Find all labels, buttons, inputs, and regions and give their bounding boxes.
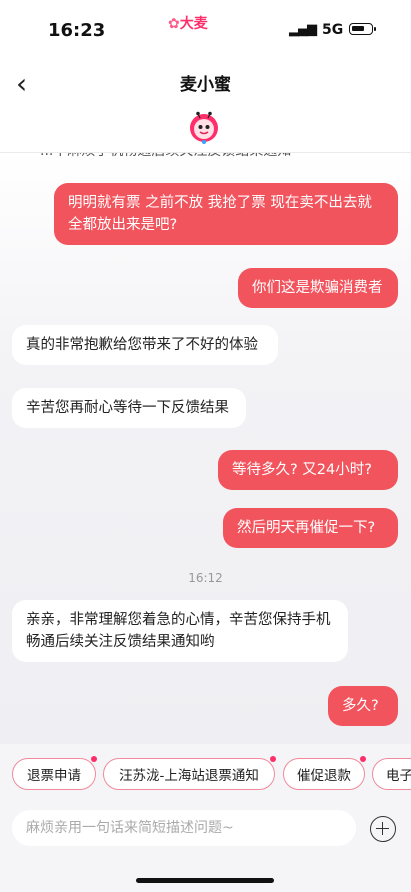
- message-bubble-outgoing: 然后明天再催促一下?: [223, 508, 398, 548]
- home-indicator: [136, 878, 274, 883]
- status-time: 16:23: [48, 20, 106, 41]
- flower-logo-icon: ✿: [168, 16, 180, 32]
- message-bubble-outgoing: 你们这是欺骗消费者: [238, 268, 398, 308]
- signal-bars-icon: ▂▄▆: [289, 22, 317, 37]
- new-dot-icon: [270, 756, 276, 762]
- quick-reply-bar: 退票申请 汪苏泷-上海站退票通知 催促退款 电子: [0, 744, 411, 800]
- chat-header: ‹ 麦小蜜: [0, 60, 411, 153]
- quick-reply-urge-refund[interactable]: 催促退款: [283, 756, 366, 790]
- damai-logo: ✿大麦: [168, 13, 208, 33]
- message-input[interactable]: [12, 810, 356, 846]
- mascot-avatar: [190, 111, 218, 144]
- input-bar: [0, 800, 411, 892]
- network-label: 5G: [322, 22, 344, 38]
- chip-label: 催促退款: [297, 768, 351, 784]
- chip-label: 汪苏泷-上海站退票通知: [119, 768, 259, 784]
- new-dot-icon: [360, 756, 366, 762]
- message-timestamp: 16:12: [188, 571, 223, 585]
- message-bubble-incoming: 真的非常抱歉给您带来了不好的体验: [12, 325, 278, 365]
- message-bubble-incoming: 辛苦您再耐心等待一下反馈结果: [12, 388, 246, 428]
- message-bubble-outgoing: 等待多久? 又24小时?: [218, 450, 398, 490]
- quick-reply-refund-request[interactable]: 退票申请: [12, 756, 97, 790]
- message-bubble-incoming: 亲亲，非常理解您着急的心情，辛苦您保持手机畅通后续关注反馈结果通知哟: [12, 600, 348, 662]
- quick-reply-refund-notice[interactable]: 汪苏泷-上海站退票通知: [103, 756, 276, 790]
- logo-text: 大麦: [179, 16, 208, 32]
- clipped-message: ...中麻烦手机畅通后续关注反馈结果通知: [40, 152, 291, 160]
- quick-reply-electronic[interactable]: 电子: [372, 758, 411, 790]
- chip-label: 电子: [386, 768, 411, 784]
- battery-icon: [349, 23, 376, 35]
- chat-message-list[interactable]: ...中麻烦手机畅通后续关注反馈结果通知 明明就有票 之前不放 我抢了票 现在卖…: [0, 152, 411, 744]
- status-bar: 16:23 ✿大麦 ▂▄▆ 5G: [0, 0, 411, 60]
- message-bubble-outgoing: 多久?: [328, 686, 398, 726]
- chip-label: 退票申请: [27, 768, 81, 784]
- page-title: 麦小蜜: [180, 75, 231, 95]
- new-dot-icon: [91, 756, 97, 762]
- plus-circle-icon[interactable]: [370, 816, 396, 842]
- message-bubble-outgoing: 明明就有票 之前不放 我抢了票 现在卖不出去就全都放出来是吧?: [54, 183, 398, 245]
